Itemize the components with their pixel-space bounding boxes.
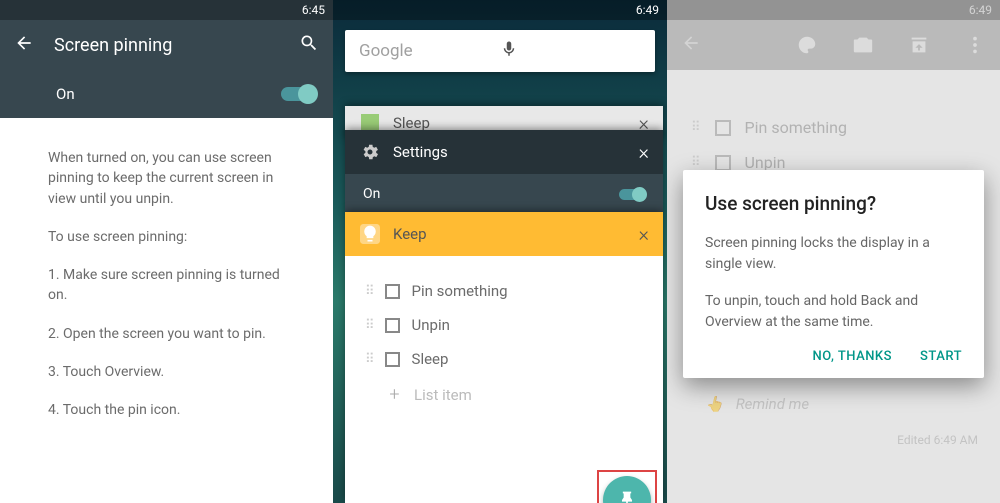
search-icon[interactable] — [299, 33, 319, 57]
recents-card-settings[interactable]: Settings × On — [345, 130, 663, 214]
status-time: 6:45 — [302, 3, 325, 17]
desc-para: 4. Touch the pin icon. — [48, 400, 289, 420]
switch-on-icon — [619, 189, 645, 200]
pin-fab-highlight — [597, 470, 657, 503]
status-bar: 6:49 — [333, 0, 667, 20]
toggle-row[interactable]: On — [0, 70, 333, 118]
desc-para: 2. Open the screen you want to pin. — [48, 324, 289, 344]
drag-handle-icon: ⠿ — [365, 352, 373, 367]
dialog-actions: NO, THANKS START — [705, 349, 962, 364]
dialog-title: Use screen pinning? — [705, 192, 962, 215]
drag-handle-icon: ⠿ — [365, 318, 373, 333]
keep-preview-body: ⠿ Pin something ⠿ Unpin ⠿ Sleep + — [345, 256, 663, 503]
close-icon[interactable]: × — [639, 222, 649, 246]
toggle-label: On — [56, 85, 75, 103]
close-icon[interactable]: × — [639, 140, 649, 164]
checkbox-icon — [385, 318, 400, 333]
no-thanks-button[interactable]: NO, THANKS — [813, 349, 893, 364]
status-bar: 6:45 — [0, 0, 333, 20]
settings-preview-label: On — [363, 186, 380, 202]
keep-icon — [359, 223, 381, 245]
item-label: Unpin — [412, 316, 450, 334]
pin-button[interactable] — [603, 476, 651, 503]
list-item: ⠿ Unpin — [361, 308, 647, 342]
pin-icon — [617, 490, 637, 503]
dialog-para: Screen pinning locks the display in a si… — [705, 233, 962, 275]
description-body: When turned on, you can use screen pinni… — [0, 118, 333, 421]
search-placeholder: Google — [359, 41, 500, 61]
recents-card-keep[interactable]: Keep × ⠿ Pin something ⠿ Unpin ⠿ — [345, 212, 663, 502]
card-title: Keep — [393, 225, 427, 243]
status-time: 6:49 — [636, 3, 659, 17]
item-label: Sleep — [412, 350, 449, 368]
item-label: Pin something — [412, 282, 508, 300]
start-button[interactable]: START — [920, 349, 962, 364]
gear-icon — [359, 141, 381, 163]
mic-icon[interactable] — [500, 40, 641, 63]
list-item: ⠿ Pin something — [361, 274, 647, 308]
recents-overview: 6:49 Google Sleep × Settings × On — [333, 0, 667, 503]
drag-handle-icon: ⠿ — [365, 284, 373, 299]
recents-stack: Sleep × Settings × On Keep × — [333, 82, 667, 502]
dialog-para: To unpin, touch and hold Back and Overvi… — [705, 291, 962, 333]
card-title: Settings — [393, 143, 448, 161]
settings-preview-row: On — [345, 174, 663, 214]
checkbox-icon — [385, 284, 400, 299]
switch-on-icon[interactable] — [281, 87, 315, 101]
back-icon[interactable] — [14, 33, 34, 57]
screen-pinning-dialog: Use screen pinning? Screen pinning locks… — [683, 170, 984, 378]
desc-para: To use screen pinning: — [48, 227, 289, 247]
add-placeholder: List item — [414, 386, 472, 404]
dialog-body: Screen pinning locks the display in a si… — [705, 233, 962, 333]
plus-icon: + — [387, 384, 402, 405]
keep-with-dialog: 6:49 ⠿ Pin something ⠿ Unpin 👆 Remind me… — [667, 0, 1000, 503]
page-title: Screen pinning — [54, 35, 279, 56]
desc-para: 1. Make sure screen pinning is turned on… — [48, 265, 289, 306]
app-bar: Screen pinning — [0, 20, 333, 70]
list-item: ⠿ Sleep — [361, 342, 647, 376]
checkbox-icon — [385, 352, 400, 367]
desc-para: 3. Touch Overview. — [48, 362, 289, 382]
settings-screen-pinning: 6:45 Screen pinning On When turned on, y… — [0, 0, 333, 503]
desc-para: When turned on, you can use screen pinni… — [48, 148, 289, 209]
add-item-row: + List item — [361, 376, 647, 413]
google-search-box[interactable]: Google — [345, 30, 655, 72]
